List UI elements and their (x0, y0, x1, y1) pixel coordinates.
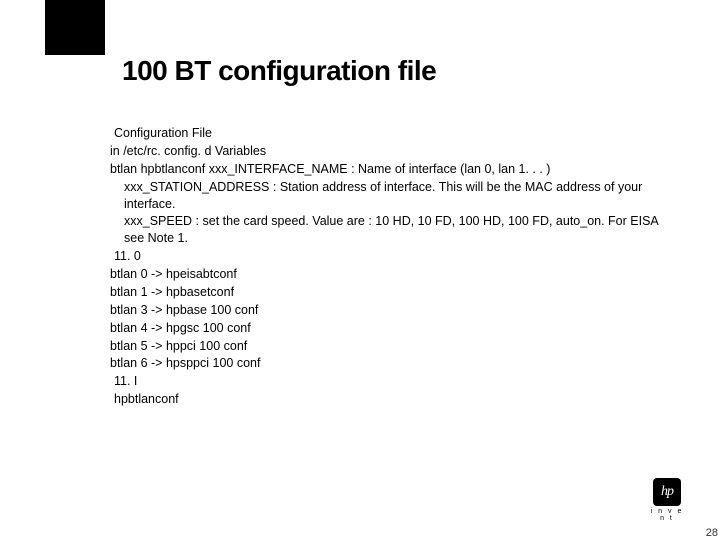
slide-title: 100 BT configuration file (122, 55, 436, 87)
body-line: Configuration File (110, 125, 670, 142)
body-line: 11. I (110, 373, 670, 390)
page-number: 28 (706, 527, 718, 539)
hp-logo: hp i n v e n t (648, 478, 686, 522)
hp-logo-tagline: i n v e n t (648, 508, 686, 522)
body-line: in /etc/rc. config. d Variables (110, 143, 670, 160)
hp-logo-mark: hp (653, 478, 681, 506)
body-line: hpbtlanconf (110, 391, 670, 408)
body-line: btlan 3 -> hpbase 100 conf (110, 302, 670, 319)
body-line: btlan 5 -> hppci 100 conf (110, 338, 670, 355)
body-line: btlan 1 -> hpbasetconf (110, 284, 670, 301)
hp-logo-text: hp (661, 484, 673, 500)
header-accent-bar (45, 0, 105, 55)
body-line: xxx_STATION_ADDRESS : Station address of… (110, 179, 670, 213)
slide-body: Configuration Filein /etc/rc. config. d … (110, 125, 670, 409)
body-line: btlan 4 -> hpgsc 100 conf (110, 320, 670, 337)
body-line: xxx_SPEED : set the card speed. Value ar… (110, 213, 670, 247)
body-line: btlan hpbtlanconf xxx_INTERFACE_NAME : N… (110, 161, 670, 178)
body-line: 11. 0 (110, 248, 670, 265)
body-line: btlan 0 -> hpeisabtconf (110, 266, 670, 283)
body-line: btlan 6 -> hpsppci 100 conf (110, 355, 670, 372)
